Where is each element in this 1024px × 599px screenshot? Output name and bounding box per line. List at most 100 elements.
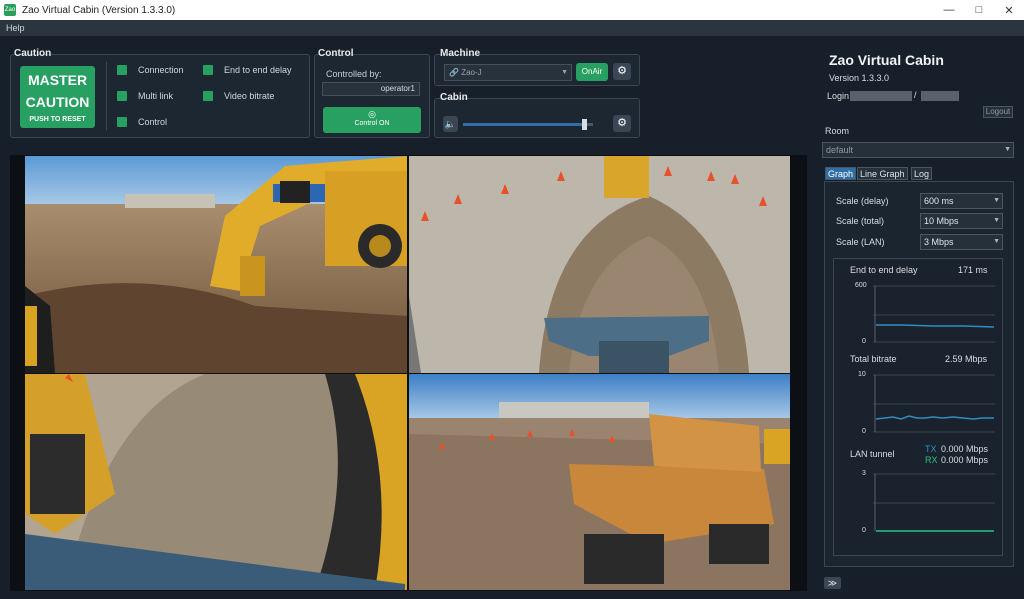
status-lamp [117, 117, 127, 127]
status-lamp [117, 91, 127, 101]
delay-graph [873, 285, 995, 343]
camera-image-bottom-right [409, 374, 790, 590]
menu-help[interactable]: Help [6, 23, 25, 33]
indicator-label: Video bitrate [224, 91, 275, 101]
controlled-by-field: operator1 [322, 82, 420, 96]
indicator-label: Control [138, 117, 168, 127]
delay-graph-value: 171 ms [958, 265, 988, 275]
camera-image-bottom-left [25, 374, 407, 590]
volume-slider[interactable] [463, 119, 593, 130]
delay-graph-line [876, 324, 995, 328]
lan-graph-ymin: 0 [862, 527, 866, 534]
chevron-down-icon: ▼ [1004, 146, 1011, 153]
status-lamp [203, 91, 213, 101]
room-select[interactable]: default ▼ [822, 142, 1014, 158]
tab-line-graph[interactable]: Line Graph [857, 167, 908, 180]
indicator-end-to-end-delay: End to end delay [203, 65, 292, 75]
expand-button[interactable]: ≫ [824, 577, 841, 589]
camera-image-top-right [409, 156, 790, 373]
maximize-icon[interactable]: □ [964, 4, 994, 17]
login-host-redacted [921, 91, 959, 101]
delay-graph-ymax: 600 [855, 282, 867, 289]
machine-select[interactable]: 🔗 Zao-J ▼ [444, 64, 572, 81]
login-separator: / [914, 90, 917, 100]
chevron-down-icon: ▼ [993, 197, 1000, 204]
camera-feed-bottom-right [409, 374, 790, 590]
link-icon: 🔗 [449, 68, 459, 77]
room-value: default [826, 145, 854, 155]
indicator-video-bitrate: Video bitrate [203, 91, 274, 101]
volume-slider-handle[interactable] [581, 119, 587, 130]
lan-rx-label: RX [925, 455, 938, 465]
room-label: Room [825, 126, 850, 136]
status-lamp [117, 65, 127, 75]
status-lamp [203, 65, 213, 75]
bitrate-graph-ymin: 0 [862, 428, 866, 435]
bitrate-graph [873, 374, 995, 433]
close-icon[interactable]: ✕ [994, 4, 1024, 17]
delay-graph-title: End to end delay [850, 265, 918, 275]
lan-graph [873, 473, 995, 532]
indicator-label: Multi link [138, 91, 174, 101]
chevron-down-icon: ▼ [993, 217, 1000, 224]
bitrate-graph-title: Total bitrate [850, 354, 897, 364]
scale-delay-select[interactable]: 600 ms ▼ [920, 193, 1003, 209]
machine-selected: Zao-J [461, 68, 482, 77]
onair-button[interactable]: OnAir [576, 63, 608, 81]
scale-lan-label: Scale (LAN) [836, 237, 885, 247]
control-icon: ◎ [368, 109, 376, 119]
bitrate-graph-value: 2.59 Mbps [945, 354, 988, 364]
app-version: Version 1.3.3.0 [829, 73, 890, 83]
scale-total-select[interactable]: 10 Mbps ▼ [920, 213, 1003, 229]
cabin-panel [434, 98, 640, 138]
volume-slider-fill [463, 123, 584, 126]
push-to-reset-label: PUSH TO RESET [29, 116, 86, 123]
camera-image-top-left [25, 156, 407, 373]
camera-feed-top-right [409, 156, 790, 373]
menu-bar: Help [0, 20, 1024, 36]
cabin-gear-icon[interactable]: ⚙ [613, 115, 631, 132]
lan-graph-ymax: 3 [862, 470, 866, 477]
scale-lan-value: 3 Mbps [924, 237, 954, 247]
control-title: Control [318, 48, 354, 59]
bitrate-graph-ymax: 10 [858, 371, 866, 378]
cabin-title: Cabin [440, 92, 468, 103]
indicator-label: End to end delay [224, 65, 292, 75]
master-caution-line1: MASTER [27, 72, 88, 88]
camera-feed-bottom-left [25, 374, 407, 590]
controlled-by-label: Controlled by: [326, 69, 382, 79]
window-title: Zao Virtual Cabin (Version 1.3.3.0) [22, 4, 176, 16]
scale-delay-value: 600 ms [924, 196, 954, 206]
master-caution-line2: CAUTION [25, 94, 90, 110]
indicator-control: Control [117, 117, 167, 127]
indicator-label: Connection [138, 65, 184, 75]
chevron-down-icon: ▼ [993, 238, 1000, 245]
login-user-redacted [850, 91, 912, 101]
camera-feed-top-left [25, 156, 407, 373]
delay-graph-ymin: 0 [862, 338, 866, 345]
scale-total-label: Scale (total) [836, 216, 885, 226]
scale-lan-select[interactable]: 3 Mbps ▼ [920, 234, 1003, 250]
caution-title: Caution [14, 48, 52, 59]
window-titlebar: Zao Zao Virtual Cabin (Version 1.3.3.0) … [0, 0, 1024, 20]
machine-gear-icon[interactable]: ⚙ [613, 63, 631, 80]
tab-log[interactable]: Log [911, 167, 933, 180]
tab-graph[interactable]: Graph [825, 167, 857, 180]
minimize-icon[interactable]: — [934, 4, 964, 17]
control-on-button[interactable]: ◎ Control ON [323, 107, 421, 133]
lan-graph-title: LAN tunnel [850, 449, 895, 459]
speaker-icon[interactable]: 🔈 [443, 116, 458, 132]
app-icon: Zao [4, 4, 16, 16]
indicator-connection: Connection [117, 65, 184, 75]
machine-title: Machine [440, 48, 481, 59]
control-on-label: Control ON [354, 120, 390, 127]
scale-total-value: 10 Mbps [924, 216, 959, 226]
master-caution-button[interactable]: MASTER CAUTION PUSH TO RESET [20, 66, 95, 128]
lan-tx-label: TX [925, 444, 937, 454]
login-label: Login [827, 91, 850, 101]
logout-button[interactable]: Logout [983, 106, 1013, 118]
caution-divider [106, 62, 107, 130]
lan-tx-value: 0.000 Mbps [941, 444, 989, 454]
app-title: Zao Virtual Cabin [829, 52, 944, 68]
chevron-down-icon: ▼ [561, 69, 568, 76]
